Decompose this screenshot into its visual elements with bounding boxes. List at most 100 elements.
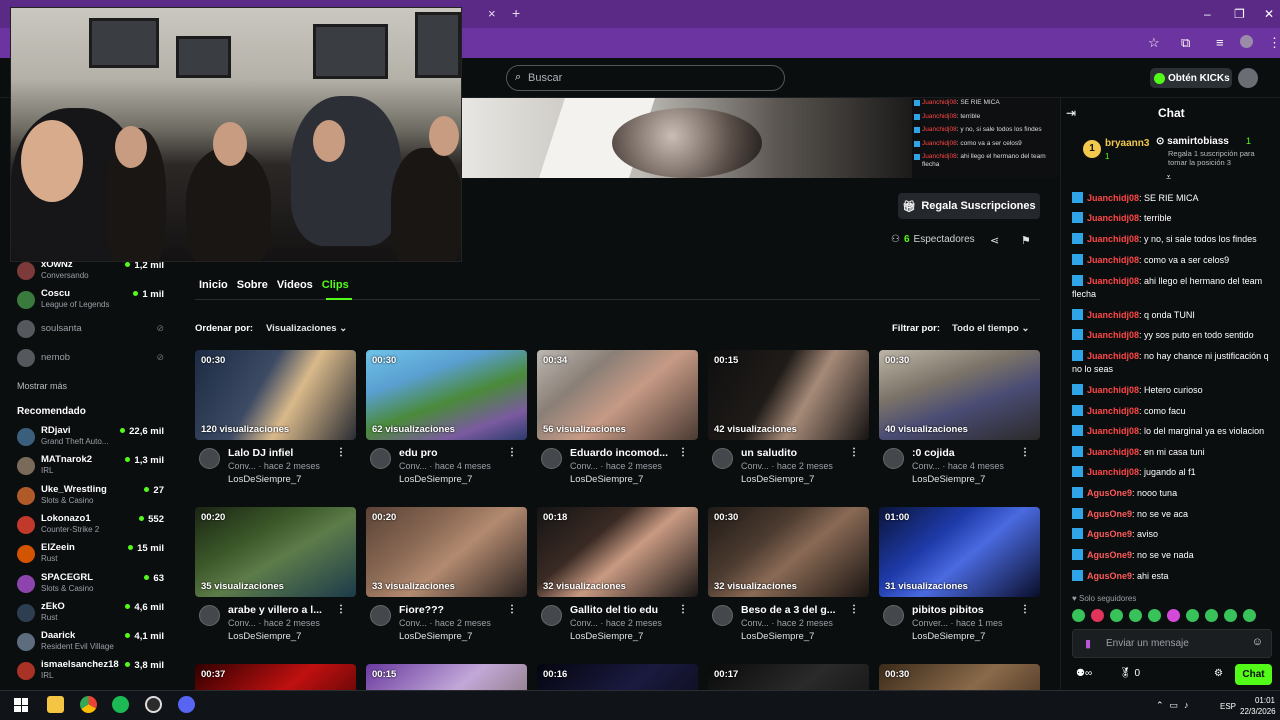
sidebar-channel[interactable]: Uke_Wrestling Slots & Casino 27 xyxy=(17,484,172,510)
obs-icon[interactable] xyxy=(145,696,162,713)
kebab-menu-icon[interactable]: ⋮ xyxy=(1020,604,1030,615)
clip-title[interactable]: un saludito xyxy=(741,447,853,459)
chat-message-input[interactable]: ▮ Enviar un mensaje ☺ xyxy=(1072,629,1272,658)
chat-username[interactable]: Juanchidj08 xyxy=(1087,330,1139,340)
clip-card[interactable]: 00:30 32 visualizaciones Beso de a 3 del g… xyxy=(708,507,869,657)
emote-icon[interactable] xyxy=(1186,609,1199,622)
kebab-menu-icon[interactable]: ⋮ xyxy=(507,604,517,615)
search-input[interactable]: ⌕ Buscar xyxy=(506,65,785,91)
clip-card[interactable]: 00:30 62 visualizaciones edu pro Conv... · … xyxy=(366,350,527,500)
clip-card[interactable]: 00:30 xyxy=(879,664,1040,690)
maximize-button[interactable]: ❐ xyxy=(1234,7,1245,21)
kebab-menu-icon[interactable]: ⋮ xyxy=(849,604,859,615)
chat-username[interactable]: AgusOne9 xyxy=(1087,571,1132,581)
clip-author[interactable]: LosDeSiempre_7 xyxy=(228,474,301,485)
clip-author[interactable]: LosDeSiempre_7 xyxy=(399,474,472,485)
sidebar-channel[interactable]: Coscu League of Legends 1 mil xyxy=(17,288,172,314)
chat-username[interactable]: AgusOne9 xyxy=(1087,509,1132,519)
sidebar-channel[interactable]: SPACEGRL Slots & Casino 63 xyxy=(17,572,172,598)
tab-clips[interactable]: Clips xyxy=(322,279,349,291)
chat-username[interactable]: Juanchidj08 xyxy=(1087,276,1139,286)
avatar[interactable] xyxy=(370,448,391,469)
clip-author[interactable]: LosDeSiempre_7 xyxy=(912,474,985,485)
chat-settings-icon[interactable]: ⚙ xyxy=(1214,668,1223,679)
avatar[interactable] xyxy=(883,605,904,626)
clip-card[interactable]: 00:18 32 visualizaciones Gallito del tio e… xyxy=(537,507,698,657)
clip-card[interactable]: 00:20 35 visualizaciones arabe y villero a… xyxy=(195,507,356,657)
chat-username[interactable]: Juanchidj08 xyxy=(1087,234,1139,244)
sidebar-channel[interactable]: nemob ⊘ xyxy=(17,346,172,372)
clip-title[interactable]: edu pro xyxy=(399,447,511,459)
avatar[interactable] xyxy=(541,448,562,469)
avatar[interactable] xyxy=(883,448,904,469)
close-window-button[interactable]: ✕ xyxy=(1264,7,1274,21)
media-icon[interactable]: ≡ xyxy=(1216,35,1224,50)
clip-title[interactable]: Lalo DJ infiel xyxy=(228,447,340,459)
chat-send-button[interactable]: Chat xyxy=(1235,664,1272,685)
more-options-icon[interactable]: ⚑ xyxy=(1021,234,1031,247)
language-indicator[interactable]: ESP xyxy=(1220,702,1236,711)
avatar[interactable] xyxy=(712,448,733,469)
clip-author[interactable]: LosDeSiempre_7 xyxy=(741,631,814,642)
new-tab-button[interactable]: + xyxy=(512,5,520,21)
clip-title[interactable]: :0 cojida xyxy=(912,447,1024,459)
clock-time[interactable]: 01:01 xyxy=(1251,696,1275,705)
windows-start-icon[interactable] xyxy=(14,698,28,712)
clip-title[interactable]: pibitos pibitos xyxy=(912,604,1024,616)
expand-leaderboard-icon[interactable]: ⩡ xyxy=(1166,172,1171,183)
clip-author[interactable]: LosDeSiempre_7 xyxy=(399,631,472,642)
clip-title[interactable]: Beso de a 3 del g... xyxy=(741,604,853,616)
clip-title[interactable]: Gallito del tio edu xyxy=(570,604,682,616)
chat-username[interactable]: AgusOne9 xyxy=(1087,529,1132,539)
emote-icon[interactable] xyxy=(1091,609,1104,622)
clip-card[interactable]: 01:00 31 visualizaciones pibitos pibitos Co… xyxy=(879,507,1040,657)
gift-subscriptions-button[interactable]: 🎁︎ Regala Suscripciones xyxy=(898,193,1040,219)
clock-date[interactable]: 22/3/2026 xyxy=(1240,707,1276,716)
clip-card[interactable]: 00:34 56 visualizaciones Eduardo incomod..… xyxy=(537,350,698,500)
chat-username[interactable]: Juanchidj08 xyxy=(1087,447,1139,457)
system-tray-icons[interactable]: ⌃▭♪ xyxy=(1156,700,1195,711)
chrome-icon[interactable] xyxy=(80,696,97,713)
collapse-chat-icon[interactable]: ⇥ xyxy=(1066,106,1076,120)
avatar[interactable] xyxy=(541,605,562,626)
clip-author[interactable]: LosDeSiempre_7 xyxy=(570,474,643,485)
kebab-menu-icon[interactable]: ⋮ xyxy=(1020,447,1030,458)
sidebar-channel[interactable]: ElZeein Rust 15 mil xyxy=(17,542,172,568)
kebab-menu-icon[interactable]: ⋮ xyxy=(507,447,517,458)
clip-card[interactable]: 00:20 33 visualizaciones Fiore??? Conv... ·… xyxy=(366,507,527,657)
tab-inicio[interactable]: Inicio xyxy=(199,279,228,291)
kebab-menu-icon[interactable]: ⋮ xyxy=(678,604,688,615)
chat-username[interactable]: Juanchidj08 xyxy=(1087,255,1139,265)
get-kicks-button[interactable]: Obtén KICKs xyxy=(1150,68,1232,88)
tab-sobre[interactable]: Sobre xyxy=(237,279,268,291)
file-explorer-icon[interactable] xyxy=(47,696,64,713)
tab-videos[interactable]: Videos xyxy=(277,279,313,291)
clip-card[interactable]: 00:17 xyxy=(708,664,869,690)
sidebar-channel[interactable]: MATnarok2 IRL 1,3 mil xyxy=(17,454,172,480)
chat-username[interactable]: AgusOne9 xyxy=(1087,550,1132,560)
spotify-icon[interactable] xyxy=(112,696,129,713)
sidebar-channel[interactable]: zEkO Rust 4,6 mil xyxy=(17,601,172,627)
kebab-menu-icon[interactable]: ⋮ xyxy=(336,447,346,458)
emoji-icon[interactable]: ☺ xyxy=(1252,636,1263,648)
chat-username[interactable]: Juanchidj08 xyxy=(1087,467,1139,477)
sidebar-channel[interactable]: Daarick Resident Evil Village 4,1 mil xyxy=(17,630,172,656)
chat-username[interactable]: Juanchidj08 xyxy=(1087,351,1139,361)
sort-dropdown[interactable]: Visualizaciones ⌄ xyxy=(266,323,347,334)
clip-author[interactable]: LosDeSiempre_7 xyxy=(228,631,301,642)
clip-card[interactable]: 00:15 xyxy=(366,664,527,690)
emote-icon[interactable] xyxy=(1110,609,1123,622)
clip-title[interactable]: Fiore??? xyxy=(399,604,511,616)
sidebar-channel[interactable]: soulsanta ⊘ xyxy=(17,317,172,343)
emote-icon[interactable] xyxy=(1129,609,1142,622)
channel-points-icon[interactable]: ⚉∞ xyxy=(1076,668,1092,679)
extensions-icon[interactable]: ⧉ xyxy=(1181,35,1190,51)
avatar[interactable] xyxy=(199,605,220,626)
avatar[interactable] xyxy=(370,605,391,626)
microphone-icon[interactable]: ▮ xyxy=(1085,637,1091,650)
emote-icon[interactable] xyxy=(1205,609,1218,622)
clip-card[interactable]: 00:15 42 visualizaciones un saludito Conv..… xyxy=(708,350,869,500)
kebab-menu-icon[interactable]: ⋮ xyxy=(678,447,688,458)
clip-title[interactable]: Eduardo incomod... xyxy=(570,447,682,459)
clip-card[interactable]: 00:30 120 visualizaciones Lalo DJ infiel Co… xyxy=(195,350,356,500)
